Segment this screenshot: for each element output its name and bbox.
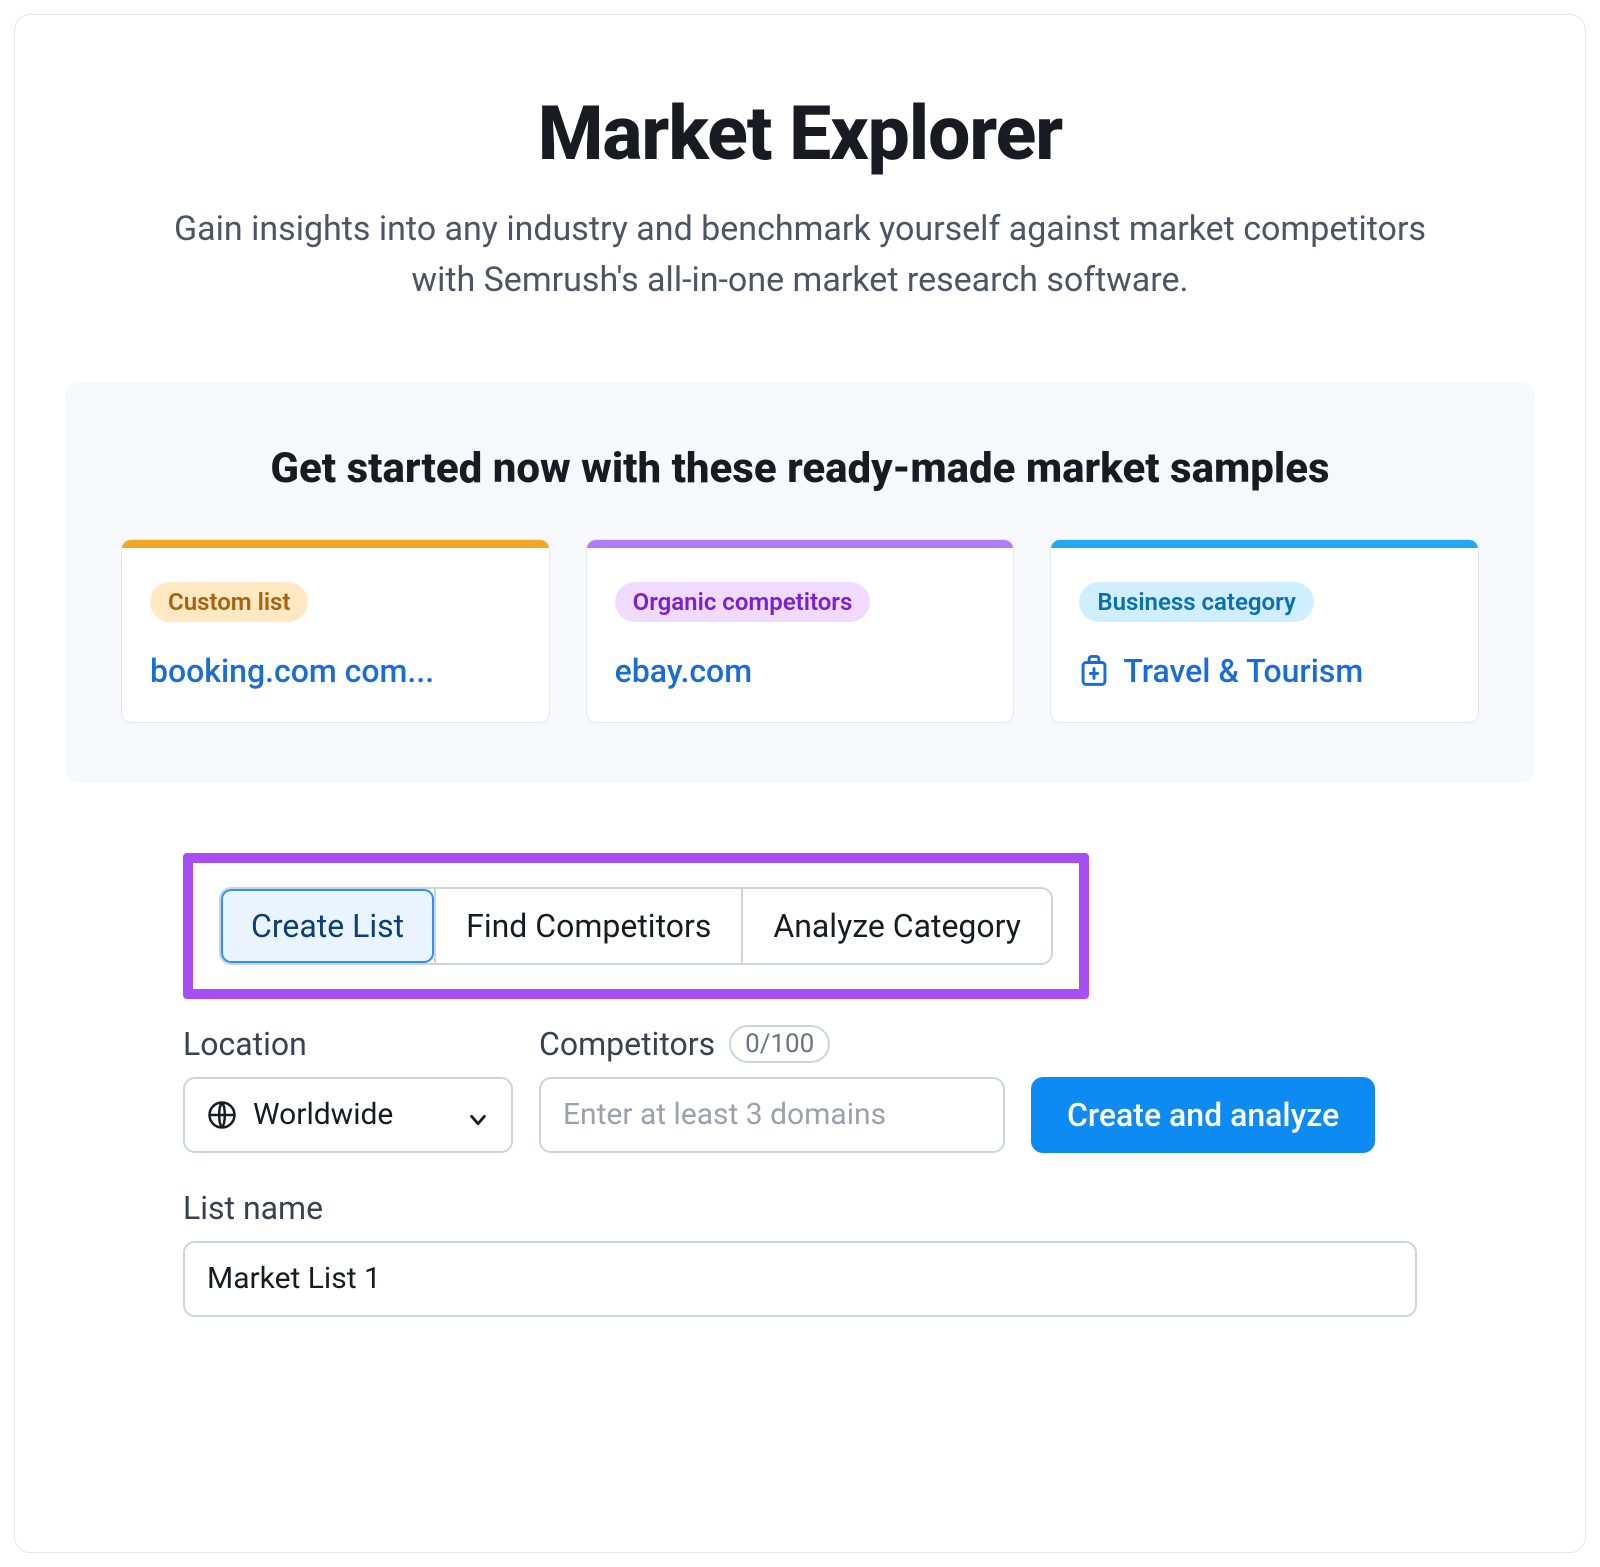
sample-card-row: Custom list booking.com com... Organic c… xyxy=(121,539,1479,723)
location-value: Worldwide xyxy=(253,1097,393,1132)
sample-link[interactable]: Travel & Tourism xyxy=(1079,652,1450,690)
competitors-label-row: Competitors 0/100 xyxy=(539,1025,1005,1063)
sample-link[interactable]: booking.com com... xyxy=(150,652,521,690)
page-card: Market Explorer Gain insights into any i… xyxy=(14,14,1586,1553)
location-label: Location xyxy=(183,1025,513,1063)
competitors-count-pill: 0/100 xyxy=(729,1025,830,1063)
page-title: Market Explorer xyxy=(115,93,1485,176)
location-select[interactable]: Worldwide xyxy=(183,1077,513,1153)
form-area: Create List Find Competitors Analyze Cat… xyxy=(15,783,1585,1317)
form-row-main: Location Worldwide xyxy=(183,1025,1417,1153)
chevron-down-icon xyxy=(467,1104,489,1126)
sample-link-text: ebay.com xyxy=(615,652,752,690)
create-and-analyze-button[interactable]: Create and analyze xyxy=(1031,1077,1375,1153)
badge-organic-competitors: Organic competitors xyxy=(615,582,871,622)
sample-card-organic-competitors[interactable]: Organic competitors ebay.com xyxy=(586,539,1015,723)
listname-field: List name xyxy=(183,1189,1417,1317)
suitcase-icon xyxy=(1079,654,1109,688)
badge-business-category: Business category xyxy=(1079,582,1314,622)
card-accent-bar xyxy=(587,540,1014,548)
sample-card-custom-list[interactable]: Custom list booking.com com... xyxy=(121,539,550,723)
sample-link-text: Travel & Tourism xyxy=(1123,652,1363,690)
listname-label: List name xyxy=(183,1189,1417,1227)
sample-link[interactable]: ebay.com xyxy=(615,652,986,690)
competitors-field: Competitors 0/100 xyxy=(539,1025,1005,1153)
card-accent-bar xyxy=(122,540,549,548)
badge-custom-list: Custom list xyxy=(150,582,308,622)
sample-link-text: booking.com com... xyxy=(150,652,434,690)
competitors-input[interactable] xyxy=(563,1097,981,1132)
tab-analyze-category[interactable]: Analyze Category xyxy=(741,889,1051,963)
mode-tab-group: Create List Find Competitors Analyze Cat… xyxy=(219,887,1053,965)
listname-input[interactable] xyxy=(207,1261,1393,1296)
card-accent-bar xyxy=(1051,540,1478,548)
location-field: Location Worldwide xyxy=(183,1025,513,1153)
tab-find-competitors[interactable]: Find Competitors xyxy=(434,889,741,963)
competitors-input-wrapper xyxy=(539,1077,1005,1153)
page-subtitle: Gain insights into any industry and benc… xyxy=(150,204,1450,306)
competitors-label: Competitors xyxy=(539,1025,715,1063)
sample-card-business-category[interactable]: Business category Travel & Tourism xyxy=(1050,539,1479,723)
tab-create-list[interactable]: Create List xyxy=(221,889,434,963)
globe-icon xyxy=(207,1100,237,1130)
tabs-highlight-annotation: Create List Find Competitors Analyze Cat… xyxy=(183,853,1089,999)
samples-panel: Get started now with these ready-made ma… xyxy=(65,382,1535,783)
hero-section: Market Explorer Gain insights into any i… xyxy=(15,93,1585,306)
samples-heading: Get started now with these ready-made ma… xyxy=(121,444,1479,493)
listname-input-wrapper xyxy=(183,1241,1417,1317)
